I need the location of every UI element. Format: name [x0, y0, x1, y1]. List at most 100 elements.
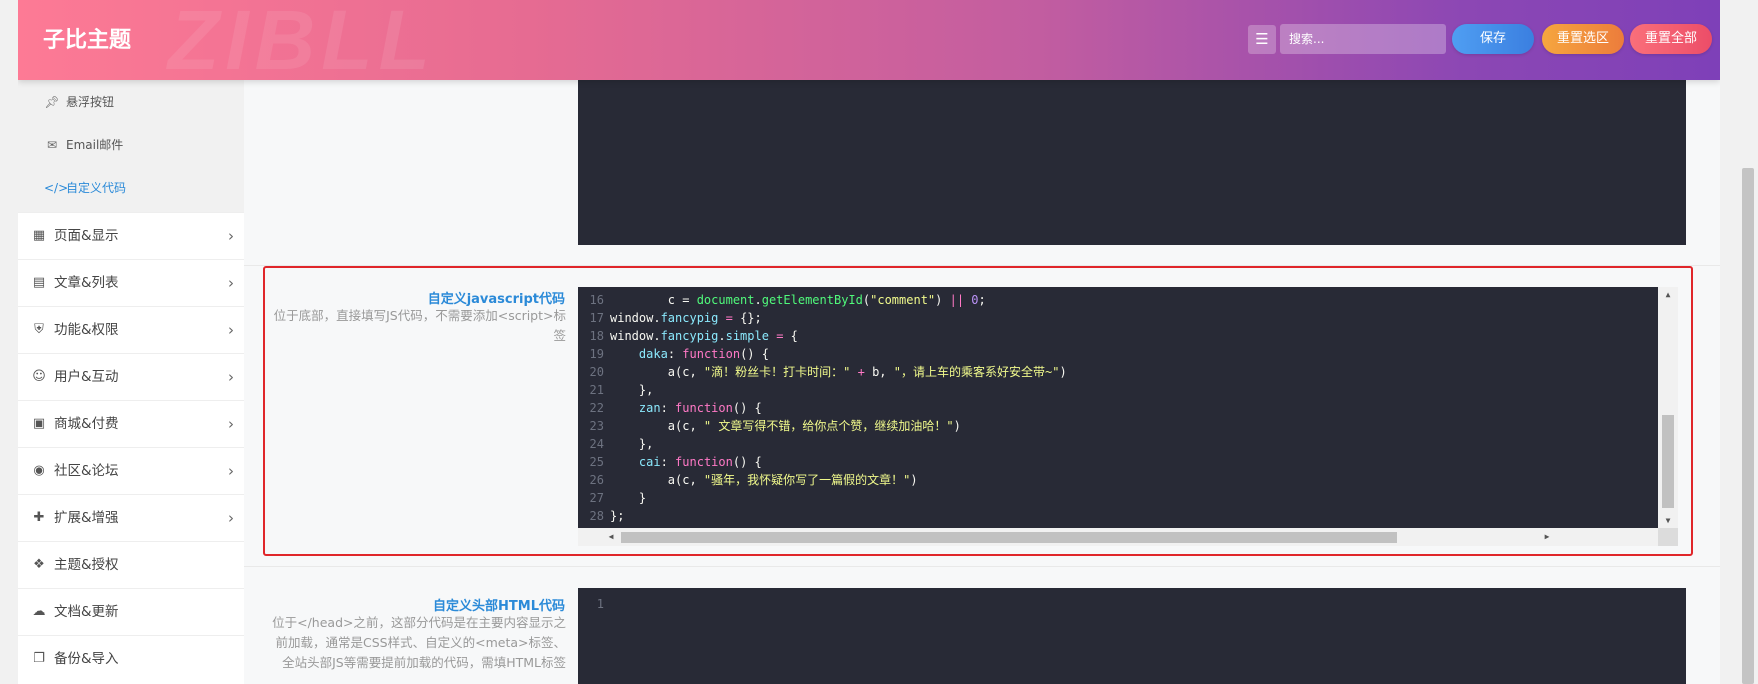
reset-section-button[interactable]: 重置选区	[1542, 24, 1624, 54]
sidebar-item-label: 扩展&增强	[54, 510, 119, 526]
line-number: 19	[589, 347, 604, 361]
scrollbar-thumb[interactable]	[1742, 168, 1754, 684]
code-token: 0	[971, 293, 979, 307]
line-number: 18	[589, 329, 604, 343]
line-number: 25	[589, 455, 604, 469]
line-number: 16	[589, 293, 604, 307]
page-scrollbar[interactable]	[1738, 0, 1758, 684]
scroll-down-icon[interactable]: ▼	[1658, 513, 1678, 528]
sidebar-item-posts-list[interactable]: ▤ 文章&列表 ›	[18, 259, 244, 306]
sidebar-item-extensions[interactable]: ✚ 扩展&增强 ›	[18, 494, 244, 541]
shield-icon: ⛨	[34, 322, 44, 337]
code-icon: </>	[44, 181, 69, 195]
puzzle-icon: ✚	[33, 510, 45, 525]
code-token: {	[783, 329, 798, 343]
sidebar-item-label: 文章&列表	[54, 275, 119, 291]
line-number: 17	[589, 311, 604, 325]
code-token: b,	[864, 365, 894, 379]
sidebar-item-features-permissions[interactable]: ⛨ 功能&权限 ›	[18, 306, 244, 353]
code-line: 27 }	[578, 489, 1658, 507]
envelope-icon: ✉	[46, 138, 58, 152]
sidebar-item-shop-payment[interactable]: ▣ 商城&付费 ›	[18, 400, 244, 447]
code-token: "comment"	[870, 293, 936, 307]
scrollbar-thumb[interactable]	[621, 532, 1397, 543]
sidebar-item-docs-updates[interactable]: ☁ 文档&更新	[18, 588, 244, 635]
sidebar-item-label: 页面&显示	[54, 228, 119, 244]
code-token: simple	[725, 329, 769, 343]
map-icon: ▤	[32, 275, 46, 290]
line-number: 26	[589, 473, 604, 487]
sidebar-item-backup-import[interactable]: ❐ 备份&导入	[18, 635, 244, 682]
sidebar-item-theme-license[interactable]: ❖ 主题&授权	[18, 541, 244, 588]
scrollbar-thumb[interactable]	[1662, 415, 1674, 508]
code-token: function	[682, 347, 741, 361]
code-token: ||	[949, 293, 965, 307]
code-token: "骚年，我怀疑你写了一篇假的文章！"	[703, 473, 911, 487]
code-token: a(c,	[610, 473, 704, 487]
line-number: 24	[589, 437, 604, 451]
code-line: 24 },	[578, 435, 1658, 453]
vertical-scrollbar[interactable]: ▲ ▼	[1658, 287, 1678, 528]
code-line: 17 window.fancypig = {};	[578, 309, 1658, 327]
menu-toggle-button[interactable]: ☰	[1248, 25, 1276, 54]
code-token: "滴！粉丝卡！打卡时间："	[703, 365, 851, 379]
chevron-right-icon: ›	[228, 321, 234, 339]
sidebar-subitem-float-button[interactable]: 📌︎ 悬浮按钮	[18, 81, 244, 124]
code-token: )	[1059, 365, 1067, 379]
code-token: {};	[732, 311, 762, 325]
sidebar-item-label: 文档&更新	[54, 604, 119, 620]
chevron-right-icon: ›	[228, 368, 234, 386]
scroll-right-icon[interactable]: ▶	[1538, 528, 1556, 546]
scroll-up-icon[interactable]: ▲	[1658, 287, 1678, 302]
horizontal-scrollbar[interactable]: ◀ ▶	[578, 528, 1678, 546]
sidebar-item-page-display[interactable]: ▦ 页面&显示 ›	[18, 212, 244, 259]
head-html-code-editor[interactable]: 1	[578, 588, 1686, 684]
code-token: :	[660, 455, 676, 469]
js-code-editor[interactable]: 16 c = document.getElementById("comment"…	[578, 287, 1678, 546]
code-line: 16 c = document.getElementById("comment"…	[578, 291, 1658, 309]
code-line: 20 a(c, "滴！粉丝卡！打卡时间：" + b, "，请上车的乘客系好安全带…	[578, 363, 1658, 381]
code-token: ;	[978, 293, 986, 307]
scroll-left-icon[interactable]: ◀	[602, 528, 620, 546]
chevron-right-icon: ›	[228, 274, 234, 292]
css-code-editor[interactable]	[578, 80, 1686, 245]
line-number: 21	[589, 383, 604, 397]
chevron-right-icon: ›	[228, 415, 234, 433]
sidebar-item-label: 主题&授权	[54, 557, 119, 573]
save-button[interactable]: 保存	[1452, 24, 1534, 54]
line-number: 1	[596, 597, 604, 611]
sidebar-subitem-custom-code[interactable]: </> 自定义代码	[18, 167, 244, 210]
search-input[interactable]	[1280, 24, 1446, 54]
sidebar-subitem-email[interactable]: ✉ Email邮件	[18, 124, 244, 167]
code-token: " 文章写得不错，给你点个赞，继续加油哈！"	[703, 419, 954, 433]
code-token: "，请上车的乘客系好安全带~"	[893, 365, 1060, 379]
sidebar-item-users-interaction[interactable]: ☺ 用户&互动 ›	[18, 353, 244, 400]
code-token: };	[610, 509, 625, 523]
code-token: window.	[610, 311, 661, 325]
sidebar-subitem-label: 自定义代码	[66, 181, 127, 195]
reset-all-button[interactable]: 重置全部	[1630, 24, 1712, 54]
options-panel: ZIBLL 子比主题 ☰ 保存 重置选区 重置全部 📌︎ 悬浮按钮 ✉ Emai…	[18, 0, 1720, 684]
code-token: zan	[638, 401, 661, 415]
user-icon: ☺	[32, 369, 46, 384]
app-title: 子比主题	[43, 28, 132, 53]
code-line: 22 zan: function() {	[578, 399, 1658, 417]
line-number: 27	[589, 491, 604, 505]
sidebar-item-label: 用户&互动	[54, 369, 119, 385]
code-token: .	[718, 329, 726, 343]
code-token: :	[667, 347, 683, 361]
code-token: },	[610, 383, 654, 397]
code-token: fancypig	[660, 329, 719, 343]
code-token: )	[910, 473, 918, 487]
sidebar-item-community-forum[interactable]: ◉ 社区&论坛 ›	[18, 447, 244, 494]
chevron-right-icon: ›	[228, 227, 234, 245]
code-token: :	[660, 401, 676, 415]
chevron-right-icon: ›	[228, 509, 234, 527]
sidebar-item-label: 备份&导入	[54, 651, 119, 667]
code-line: 23 a(c, " 文章写得不错，给你点个赞，继续加油哈！")	[578, 417, 1658, 435]
head-html-field-description: 位于</head>之前，这部分代码是在主要内容显示之前加载，通常是CSS样式、自…	[272, 615, 566, 670]
dribbble-icon: ◉	[33, 463, 45, 478]
